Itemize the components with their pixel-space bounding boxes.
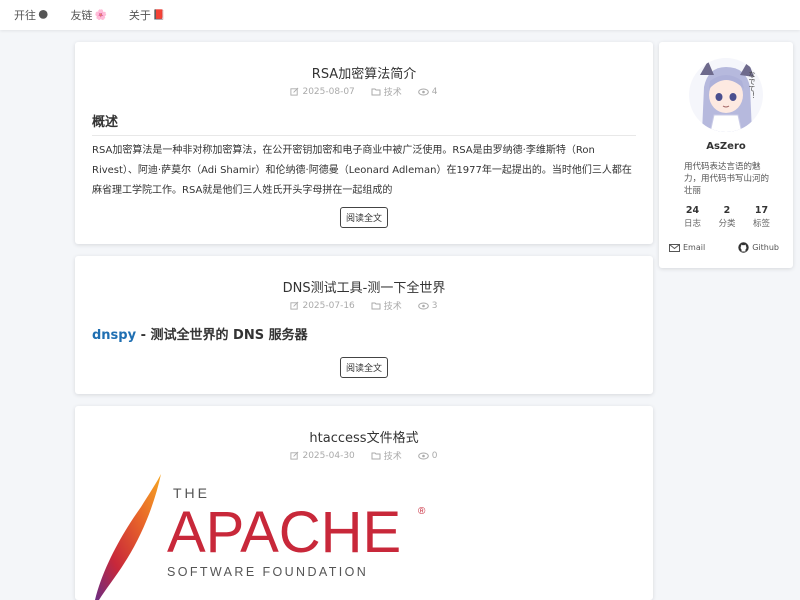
read-more-button[interactable]: 阅读全文 (339, 357, 389, 378)
post-meta: 2025-04-30 技术 0 (75, 449, 653, 462)
top-nav: 开往 🌑 友链 🌸 关于 📕 (0, 0, 800, 30)
logo-apache: APACHE (167, 500, 401, 565)
post-card-dns: DNS测试工具-测一下全世界 2025-07-16 技术 3 dnspy - 测… (75, 256, 653, 394)
calendar-edit-icon (290, 451, 299, 460)
section-heading: 概述 (92, 111, 636, 136)
post-title[interactable]: DNS测试工具-测一下全世界 (75, 277, 653, 296)
post-title[interactable]: RSA加密算法简介 (75, 63, 653, 82)
post-title[interactable]: htaccess文件格式 (75, 427, 653, 446)
post-date: 2025-07-16 (290, 301, 355, 311)
post-card-rsa: RSA加密算法简介 2025-08-07 技术 4 概述 RSA加密算法是一种非… (75, 42, 653, 244)
folder-icon (371, 302, 381, 310)
post-excerpt: RSA加密算法是一种非对称加密算法，在公开密钥加密和电子商业中被广泛使用。RSA… (92, 145, 632, 196)
logo-reg: ® (418, 506, 426, 517)
nav-item-label: 友链 (70, 9, 93, 22)
social-links: Email Github (669, 242, 779, 253)
envelope-icon (669, 243, 680, 252)
logo-sub: SOFTWARE FOUNDATION (167, 565, 368, 579)
summary-text: - 测试全世界的 DNS 服务器 (136, 328, 308, 343)
stat-posts[interactable]: 24 日志 (684, 205, 701, 229)
post-meta: 2025-07-16 技术 3 (75, 299, 653, 312)
moon-icon: 🌑 (38, 9, 49, 21)
folder-icon (371, 452, 381, 460)
avatar[interactable]: なでて！ (688, 57, 764, 133)
nav-item-about[interactable]: 关于 📕 (129, 7, 165, 23)
stat-categories[interactable]: 2 分类 (718, 205, 735, 229)
author-bio: 用代码表达言语的魅力，用代码书写山河的壮丽 (684, 162, 770, 196)
dnspy-link[interactable]: dnspy (92, 328, 136, 343)
read-more-button[interactable]: 阅读全文 (339, 207, 389, 228)
nav-item-label: 开往 (14, 9, 36, 22)
post-meta: 2025-08-07 技术 4 (75, 85, 653, 98)
eye-icon (417, 302, 429, 309)
post-date: 2025-08-07 (290, 87, 355, 97)
apache-logo: THE APACHE ® SOFTWARE FOUNDATION (95, 474, 426, 600)
book-icon: 📕 (152, 9, 166, 21)
eye-icon (417, 88, 429, 95)
calendar-edit-icon (290, 301, 299, 310)
feather-icon (95, 474, 161, 600)
eye-icon (417, 452, 429, 459)
post-category[interactable]: 技术 (371, 299, 402, 312)
author-name: AsZero (706, 141, 746, 152)
post-category[interactable]: 技术 (371, 85, 402, 98)
calendar-edit-icon (290, 87, 299, 96)
author-stats: 24 日志 2 分类 17 标签 (684, 205, 770, 229)
github-link[interactable]: Github (738, 242, 779, 253)
post-views: 4 (417, 87, 438, 97)
blossom-icon: 🌸 (94, 9, 107, 21)
nav-item-travel[interactable]: 开往 🌑 (14, 7, 48, 23)
logo-the: THE (173, 485, 210, 501)
folder-icon (371, 88, 381, 96)
post-category[interactable]: 技术 (371, 449, 402, 462)
post-views: 0 (417, 451, 438, 461)
email-link[interactable]: Email (669, 243, 705, 252)
nav-item-friends[interactable]: 友链 🌸 (70, 7, 106, 23)
nav-item-label: 关于 (128, 9, 151, 22)
author-sidebar: なでて！ AsZero 用代码表达言语的魅力，用代码书写山河的壮丽 24 日志 … (659, 42, 793, 268)
post-summary: dnspy - 测试全世界的 DNS 服务器 (92, 324, 308, 343)
github-icon (738, 242, 749, 253)
avatar-bubble: なでて！ (748, 71, 756, 99)
stat-tags[interactable]: 17 标签 (753, 205, 770, 229)
post-card-htaccess: htaccess文件格式 2025-04-30 技术 0 THE APACHE … (75, 406, 653, 600)
post-views: 3 (417, 301, 438, 311)
post-date: 2025-04-30 (290, 451, 355, 461)
